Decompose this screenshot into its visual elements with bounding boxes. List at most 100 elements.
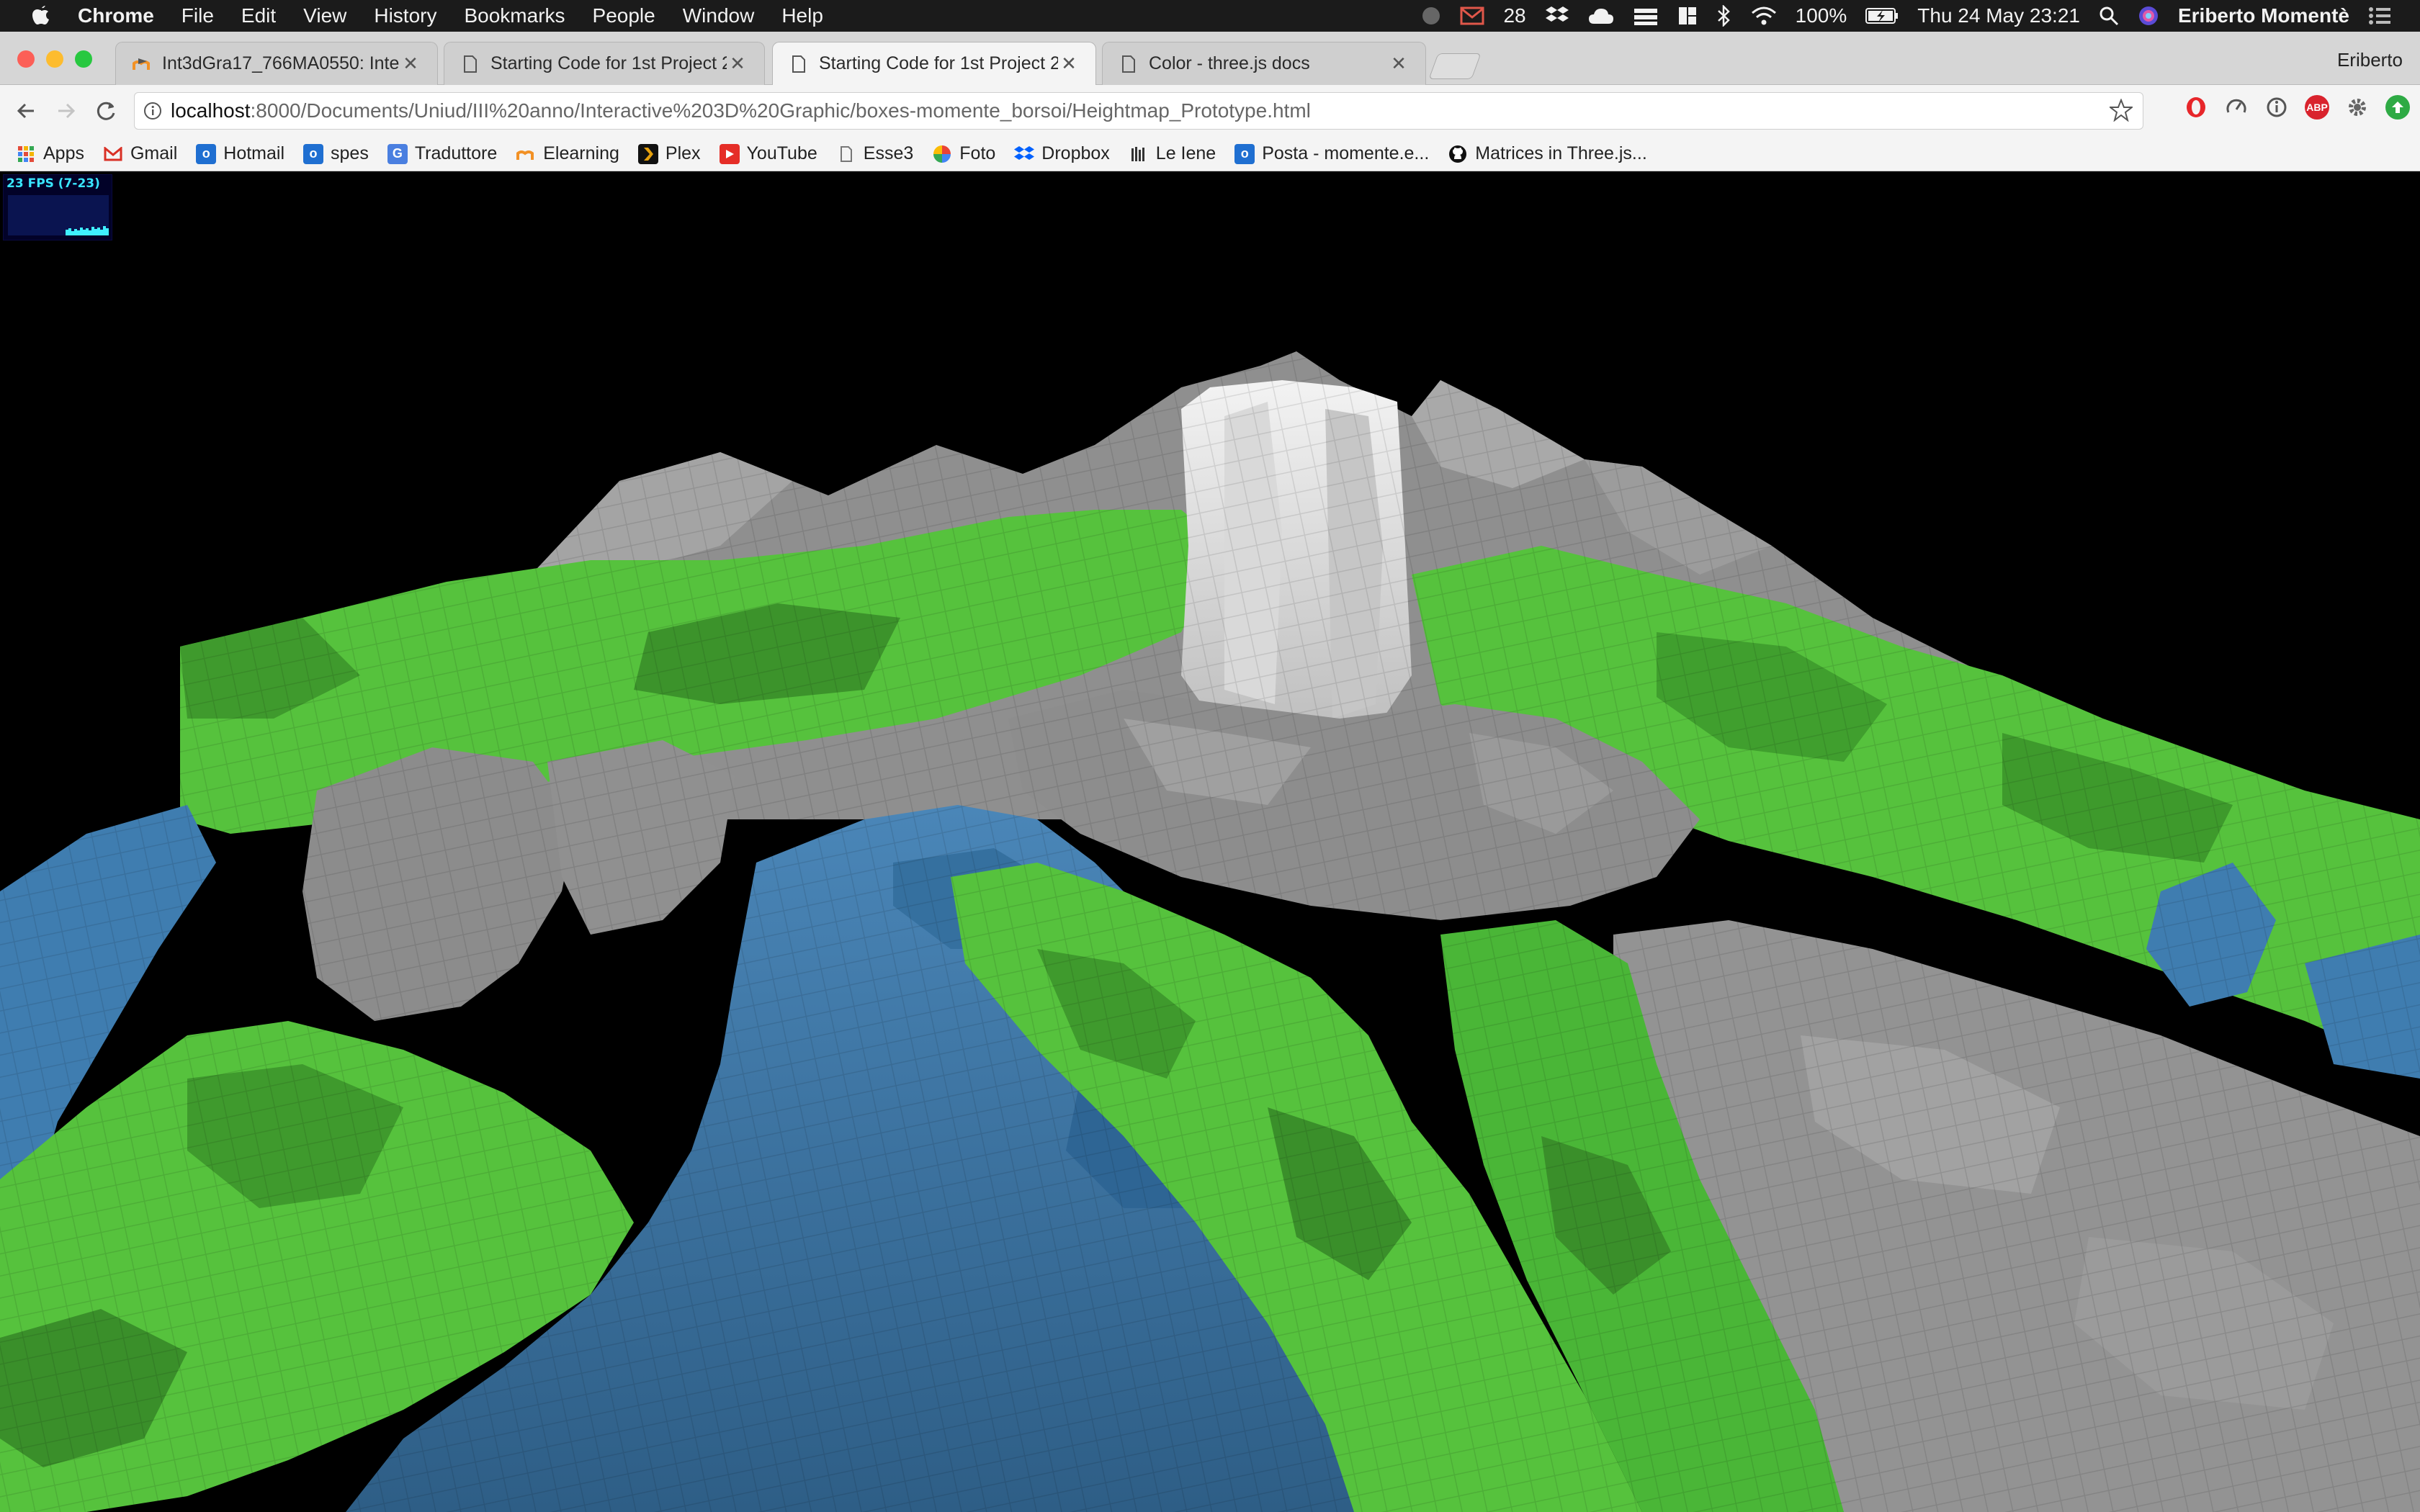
opera-icon[interactable] bbox=[2184, 95, 2208, 120]
bookmark-apps[interactable]: Apps bbox=[16, 143, 84, 164]
tab-close-icon[interactable]: ✕ bbox=[400, 53, 421, 75]
notification-center-icon[interactable] bbox=[2368, 4, 2391, 28]
url-host: localhost bbox=[171, 99, 251, 122]
bookmark-label: Elearning bbox=[543, 143, 619, 163]
mail-icon[interactable] bbox=[1460, 4, 1484, 28]
bookmark-gmail[interactable]: Gmail bbox=[103, 143, 177, 164]
fps-label: 23 FPS (7-23) bbox=[6, 176, 100, 191]
profile-button[interactable]: Eriberto bbox=[2337, 49, 2403, 71]
browser-toolbar: localhost:8000/Documents/Uniud/III%20ann… bbox=[0, 85, 2420, 137]
clock[interactable]: Thu 24 May 23:21 bbox=[1917, 4, 2080, 27]
bookmark-foto[interactable]: Foto bbox=[932, 143, 995, 164]
tab-title: Starting Code for 1st Project 2 bbox=[819, 53, 1058, 73]
bookmark-label: Dropbox bbox=[1041, 143, 1110, 163]
tab-close-icon[interactable]: ✕ bbox=[1058, 53, 1080, 75]
menu-file[interactable]: File bbox=[182, 4, 214, 27]
site-info-icon[interactable] bbox=[135, 102, 171, 120]
tab-close-icon[interactable]: ✕ bbox=[727, 53, 748, 75]
bookmark-label: Foto bbox=[959, 143, 996, 163]
user-name[interactable]: Eriberto Momentè bbox=[2178, 4, 2349, 27]
bookmark-label: YouTube bbox=[746, 143, 817, 163]
bookmark-label: Posta - momente.e... bbox=[1262, 143, 1430, 163]
bookmark-label: Plex bbox=[665, 143, 701, 163]
menu-edit[interactable]: Edit bbox=[241, 4, 276, 27]
address-bar[interactable]: localhost:8000/Documents/Uniud/III%20ann… bbox=[134, 92, 2143, 130]
webgl-canvas[interactable]: 23 FPS (7-23) bbox=[0, 171, 2420, 1512]
bookmark-label: Esse3 bbox=[863, 143, 914, 163]
bookmark-label: Hotmail bbox=[223, 143, 285, 163]
moodle-icon bbox=[132, 54, 152, 74]
wifi-icon[interactable] bbox=[1751, 4, 1777, 28]
back-button[interactable] bbox=[6, 91, 46, 131]
forward-button[interactable] bbox=[46, 91, 86, 131]
bookmark-traduttore[interactable]: G Traduttore bbox=[387, 143, 497, 164]
bookmark-star-icon[interactable] bbox=[2108, 98, 2134, 127]
mail-count: 28 bbox=[1503, 4, 1526, 27]
bookmark-le-iene[interactable]: Le Iene bbox=[1129, 143, 1216, 164]
tab-starting-code-2-active[interactable]: Starting Code for 1st Project 2 ✕ bbox=[772, 42, 1096, 85]
reload-button[interactable] bbox=[86, 91, 127, 131]
bookmark-youtube[interactable]: YouTube bbox=[719, 143, 817, 164]
spotlight-search-icon[interactable] bbox=[2099, 4, 2119, 28]
record-indicator-icon[interactable] bbox=[1421, 4, 1441, 28]
tab-threejs-docs[interactable]: Color - three.js docs ✕ bbox=[1102, 42, 1426, 85]
window-controls bbox=[17, 50, 92, 68]
update-arrow-icon[interactable] bbox=[2385, 95, 2410, 120]
photos-icon bbox=[932, 144, 952, 164]
menu-help[interactable]: Help bbox=[781, 4, 823, 27]
menu-bookmarks[interactable]: Bookmarks bbox=[464, 4, 565, 27]
gmail-icon bbox=[103, 144, 123, 164]
tab-title: Int3dGra17_766MA0550: Intera bbox=[162, 53, 400, 73]
bookmark-matrices[interactable]: Matrices in Three.js... bbox=[1448, 143, 1647, 164]
tab-close-icon[interactable]: ✕ bbox=[1388, 53, 1410, 75]
close-window-button[interactable] bbox=[17, 50, 35, 68]
bookmark-label: Traduttore bbox=[414, 143, 498, 163]
new-tab-button[interactable] bbox=[1428, 53, 1482, 79]
tab-starting-code-1[interactable]: Starting Code for 1st Project 2 ✕ bbox=[444, 42, 765, 85]
bookmark-label: Gmail bbox=[130, 143, 178, 163]
bookmark-elearning[interactable]: Elearning bbox=[516, 143, 619, 164]
bookmark-dropbox[interactable]: Dropbox bbox=[1014, 143, 1110, 164]
apple-logo-icon[interactable] bbox=[29, 4, 53, 28]
moodle-icon bbox=[516, 144, 536, 164]
outlook-icon: o bbox=[196, 143, 217, 164]
minimize-window-button[interactable] bbox=[46, 50, 63, 68]
fps-stats-panel[interactable]: 23 FPS (7-23) bbox=[3, 174, 112, 240]
menu-history[interactable]: History bbox=[374, 4, 436, 27]
heightmap-terrain-render bbox=[0, 351, 2420, 1512]
info-extension-icon[interactable] bbox=[2264, 95, 2289, 120]
tab-title: Starting Code for 1st Project 2 bbox=[490, 53, 727, 73]
speedometer-icon[interactable] bbox=[2224, 95, 2249, 120]
bookmark-posta[interactable]: o Posta - momente.e... bbox=[1234, 143, 1429, 164]
bookmark-plex[interactable]: Plex bbox=[637, 143, 701, 164]
window-manager-icon[interactable] bbox=[1677, 4, 1698, 28]
battery-icon[interactable] bbox=[1865, 4, 1899, 28]
tab-title: Color - three.js docs bbox=[1149, 53, 1310, 73]
apps-grid-icon bbox=[16, 144, 36, 164]
settings-gear-icon[interactable] bbox=[2345, 95, 2370, 120]
bookmark-label: Matrices in Three.js... bbox=[1475, 143, 1647, 163]
dropbox-status-icon[interactable] bbox=[1545, 4, 1569, 28]
dropbox-icon bbox=[1014, 144, 1035, 164]
bluetooth-icon[interactable] bbox=[1716, 4, 1732, 28]
zoom-window-button[interactable] bbox=[75, 50, 92, 68]
bookmark-label: spes bbox=[331, 143, 369, 163]
url-path: :8000/Documents/Uniud/III%20anno/Interac… bbox=[250, 99, 1311, 122]
plex-icon bbox=[637, 143, 658, 164]
bookmark-esse3[interactable]: Esse3 bbox=[836, 143, 913, 164]
youtube-icon bbox=[719, 143, 740, 164]
tab-moodle[interactable]: Int3dGra17_766MA0550: Intera ✕ bbox=[115, 42, 438, 85]
menu-people[interactable]: People bbox=[593, 4, 655, 27]
bookmark-hotmail[interactable]: o Hotmail bbox=[196, 143, 284, 164]
github-icon bbox=[1448, 144, 1468, 164]
siri-icon[interactable] bbox=[2138, 4, 2159, 28]
cloud-icon[interactable] bbox=[1588, 4, 1614, 28]
browser-tabstrip: Int3dGra17_766MA0550: Intera ✕ Starting … bbox=[0, 32, 2420, 85]
menu-view[interactable]: View bbox=[303, 4, 346, 27]
adblock-plus-icon[interactable]: ABP bbox=[2305, 95, 2329, 120]
menu-window[interactable]: Window bbox=[683, 4, 755, 27]
menu-app-name[interactable]: Chrome bbox=[78, 4, 154, 27]
fps-sparkline bbox=[66, 226, 109, 235]
bookmark-spes[interactable]: o spes bbox=[303, 143, 369, 164]
stack-icon[interactable] bbox=[1633, 4, 1659, 28]
